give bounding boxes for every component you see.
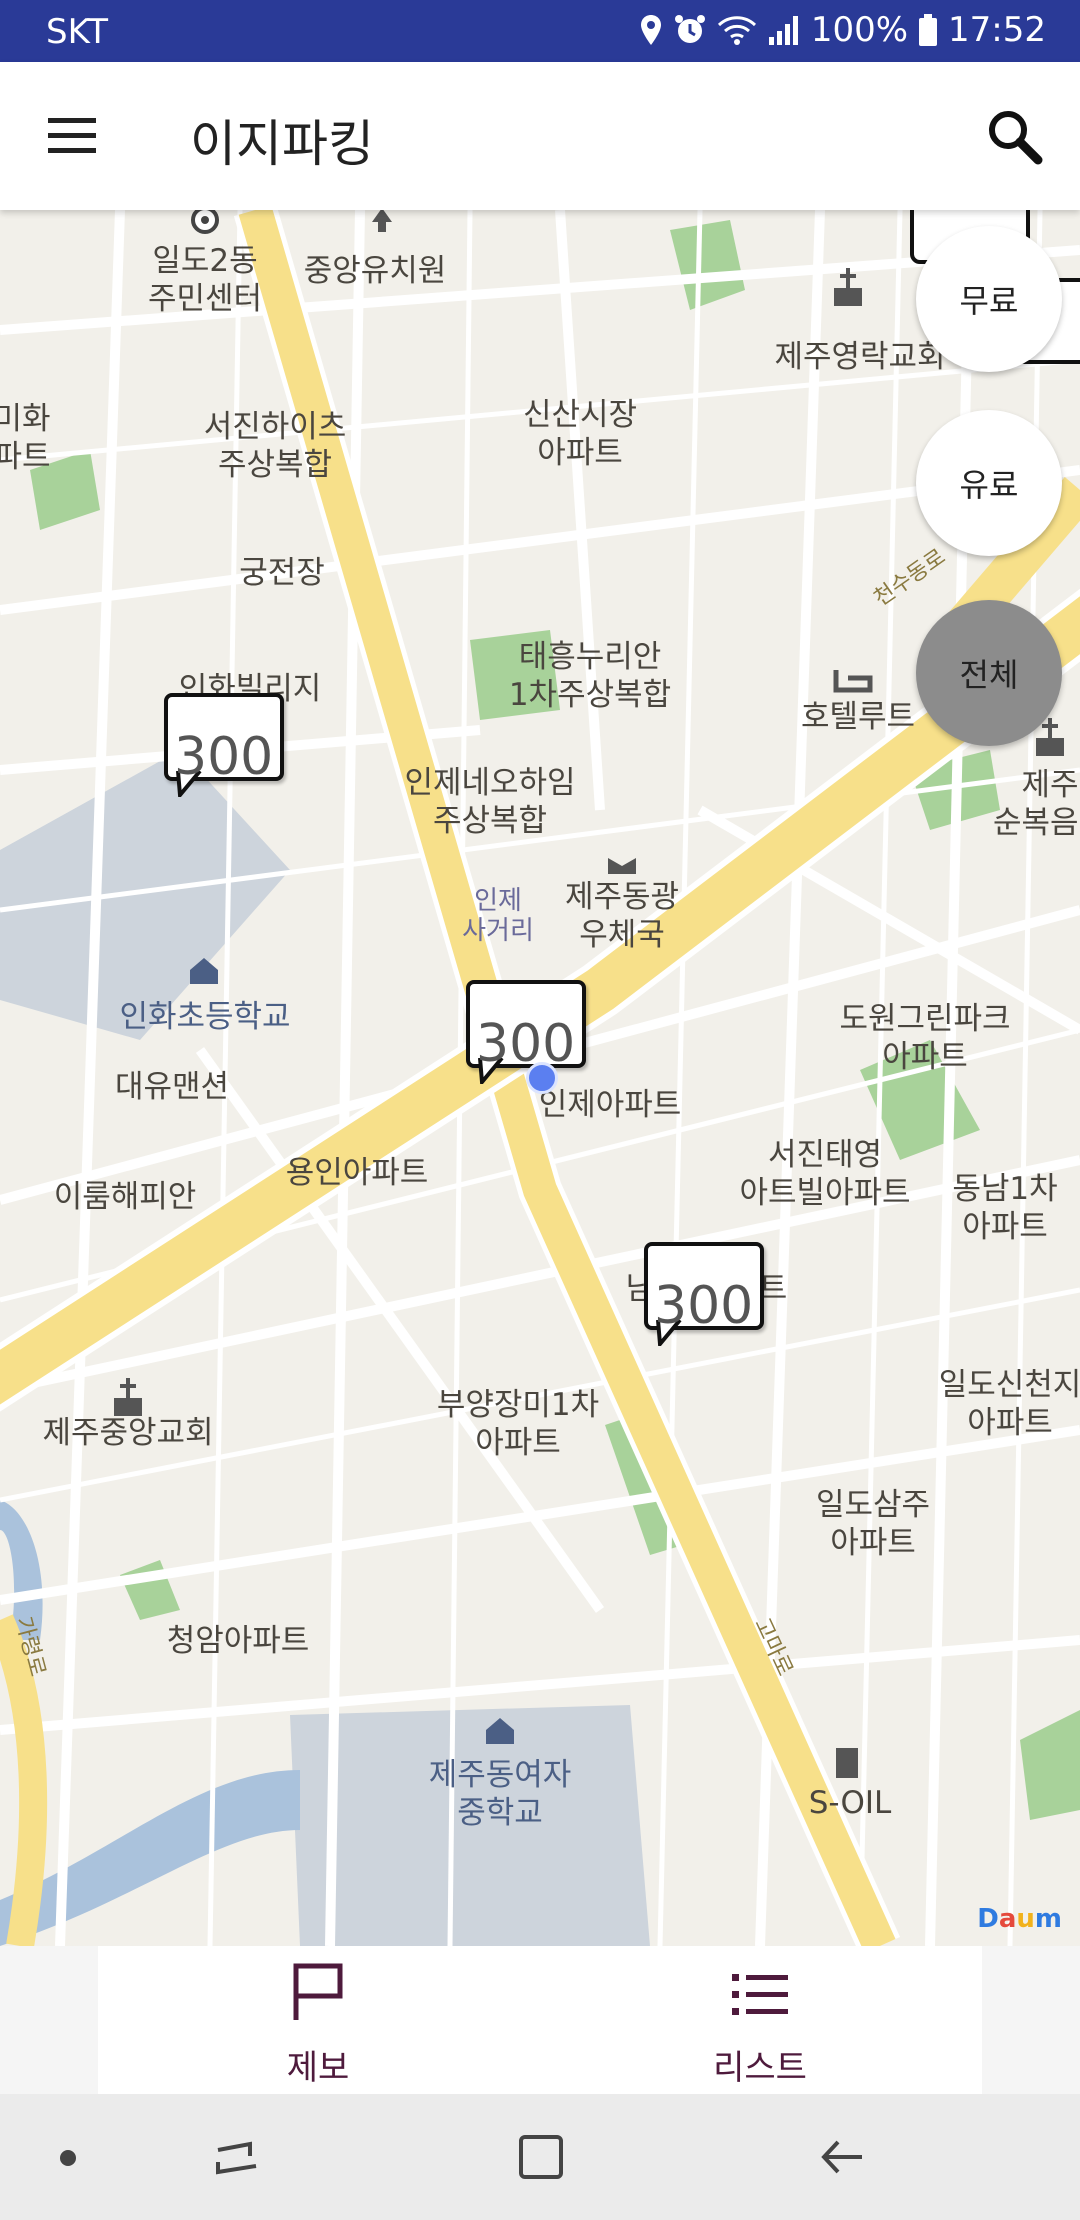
poi-label: 인화초등학교 [119,999,291,1035]
hamburger-menu-icon[interactable] [46,112,98,160]
parking-marker[interactable]: 300 [164,693,284,805]
status-bar: SKT 100% 17:52 [0,0,1080,62]
poi-label: 서진하이츠 주상복합 [203,409,347,483]
poi-label: 일도삼주 아파트 [815,1487,931,1561]
marker-price: 300 [476,1014,576,1074]
poi-label: 청암아파트 [166,1623,310,1659]
app-title: 이지파킹 [190,115,374,173]
poi-label: 용인아파트 [285,1155,429,1191]
poi-label: 호텔루트 [800,699,916,735]
poi-label: 대유맨션 [114,1069,230,1105]
daum-logo: Daum [977,1904,1062,1934]
flag-icon [293,1963,343,2020]
tab-list-label: 리스트 [713,2048,807,2088]
parking-marker[interactable]: 300 [466,980,586,1092]
poi-label: 일도2동 주민센터 [147,243,263,317]
poi-label: 인제 사거리 [462,886,534,946]
bottom-nav-area: 제보 리스트 [0,1946,1080,2094]
poi-label: 제주순복음교 [992,767,1080,841]
poi-label: 제주영락교회 [774,339,946,375]
list-icon [732,1974,788,2015]
current-location-dot [526,1062,558,1094]
search-icon[interactable] [984,106,1044,166]
marker-price: 300 [654,1276,754,1336]
recent-apps-icon[interactable] [212,2132,262,2182]
poi-label: 동남1차 아파트 [952,1171,1058,1245]
filter-all-button[interactable]: 전체 [916,600,1062,746]
app-bar: 이지파킹 [0,62,1080,210]
battery-percent: 100% [810,10,909,50]
poi-label: 제주동여자 중학교 [428,1757,572,1831]
poi-label: 신산시장 아파트 [522,397,638,471]
location-icon [640,15,661,45]
poi-label: 궁전장 [239,555,325,591]
carrier-label: SKT [46,12,109,52]
back-icon[interactable] [818,2132,868,2182]
poi-label: 인제네오하임 주상복합 [404,765,576,839]
bottom-tab-bar: 제보 리스트 [98,1946,982,2094]
filter-free-button[interactable]: 무료 [916,226,1062,372]
alarm-icon [674,15,705,43]
poi-label: 태흥누리안 1차주상복합 [508,639,672,713]
home-icon[interactable] [516,2132,566,2182]
nav-dot-icon[interactable] [58,2148,78,2168]
parking-marker[interactable]: 300 [644,1242,764,1354]
poi-label: 서진태영 아트빌아파트 [739,1137,911,1211]
tab-report[interactable]: 제보 [228,1956,408,2088]
battery-icon [919,14,938,46]
poi-label: 미화 파트 [0,401,51,475]
system-nav-bar [0,2094,1080,2220]
clock: 17:52 [948,10,1046,50]
status-icons: 100% 17:52 [639,10,1046,50]
poi-label: 중앙유치원 [303,253,447,289]
poi-label: 제주중앙교회 [42,1415,214,1451]
tab-list[interactable]: 리스트 [670,1956,850,2088]
wifi-icon [717,16,756,45]
poi-label: 부양장미1차 아파트 [436,1387,600,1461]
signal-icon [768,16,798,45]
marker-price: 300 [174,727,274,787]
poi-label: S-OIL [808,1785,892,1821]
poi-label: 이룸해피안 [53,1179,197,1215]
map-view[interactable]: 일도2동 주민센터 중앙유치원 제주영락교회 미화 파트 서진하이츠 주상복합 신산시… [0,210,1080,1946]
poi-label: 제주동광 우체국 [564,879,680,953]
poi-label: 일도신천지 아파트 [938,1367,1080,1441]
tab-report-label: 제보 [286,2048,350,2088]
filter-paid-button[interactable]: 유료 [916,410,1062,556]
poi-label: 도원그린파크 아파트 [839,1001,1011,1075]
